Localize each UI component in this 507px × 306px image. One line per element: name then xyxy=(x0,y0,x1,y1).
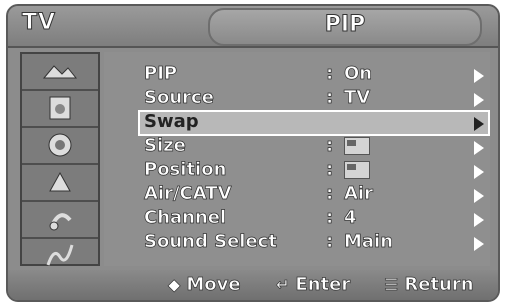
footer-bar: ◆ Move ↵ Enter ☰ Return xyxy=(8,270,498,300)
enter-icon: ↵ xyxy=(276,275,290,295)
colon: : xyxy=(326,87,334,109)
menu-icon: ☰ xyxy=(384,275,399,295)
row-value: 4 xyxy=(344,207,357,229)
menu-row-pip[interactable]: PIP : On xyxy=(104,62,490,88)
channel-icon[interactable] xyxy=(28,128,92,162)
pip-position-icon xyxy=(344,159,370,180)
up-down-arrow-icon: ◆ xyxy=(168,275,181,295)
colon: : xyxy=(326,159,334,181)
right-arrow-icon xyxy=(474,93,484,107)
category-icon-column xyxy=(20,52,100,266)
header-bar: TV PIP xyxy=(8,6,498,48)
menu-row-swap[interactable]: Swap xyxy=(138,110,490,136)
row-value: Air xyxy=(344,183,374,205)
colon: : xyxy=(326,135,334,157)
menu-row-air-catv[interactable]: Air/CATV : Air xyxy=(104,182,490,208)
enter-label: Enter xyxy=(295,274,351,296)
row-value: On xyxy=(344,63,373,85)
right-arrow-icon xyxy=(474,165,484,179)
row-label: Air/CATV xyxy=(144,183,232,205)
right-arrow-icon xyxy=(474,117,484,131)
menu-row-channel[interactable]: Channel : 4 xyxy=(104,206,490,232)
move-label: Move xyxy=(186,274,241,296)
right-arrow-icon xyxy=(474,69,484,83)
row-label: Source xyxy=(144,87,215,109)
right-arrow-icon xyxy=(474,189,484,203)
move-hint: ◆ Move xyxy=(168,274,241,296)
menu-row-size[interactable]: Size : xyxy=(104,134,490,160)
row-label: Channel xyxy=(144,207,227,229)
row-label: PIP xyxy=(144,63,178,85)
page-title: PIP xyxy=(324,12,366,38)
right-arrow-icon xyxy=(474,237,484,251)
row-label: Size xyxy=(144,135,187,157)
colon: : xyxy=(326,207,334,229)
function-icon[interactable] xyxy=(28,237,92,271)
colon: : xyxy=(326,231,334,253)
row-value: Main xyxy=(344,231,394,253)
picture-icon[interactable] xyxy=(28,54,92,88)
pip-tab[interactable]: PIP xyxy=(208,8,482,46)
pip-size-icon xyxy=(344,135,370,156)
setup-icon[interactable] xyxy=(28,165,92,199)
menu-row-position[interactable]: Position : xyxy=(104,158,490,184)
return-hint: ☰ Return xyxy=(384,274,474,296)
menu-row-sound-select[interactable]: Sound Select : Main xyxy=(104,230,490,256)
colon: : xyxy=(326,183,334,205)
row-label: Swap xyxy=(144,111,199,132)
colon: : xyxy=(326,63,334,85)
enter-hint: ↵ Enter xyxy=(276,274,351,296)
right-arrow-icon xyxy=(474,141,484,155)
input-icon[interactable] xyxy=(28,202,92,236)
sound-icon[interactable] xyxy=(28,91,92,125)
right-arrow-icon xyxy=(474,213,484,227)
menu-panel: PIP : On Source : TV Swap Size : Positio… xyxy=(104,52,490,266)
row-label: Position xyxy=(144,159,227,181)
menu-row-source[interactable]: Source : TV xyxy=(104,86,490,112)
row-label: Sound Select xyxy=(144,231,278,253)
row-value: TV xyxy=(344,87,371,109)
tv-label: TV xyxy=(21,10,57,36)
osd-menu: TV PIP PIP : On Source: TV Swap Size: … xyxy=(6,4,500,302)
return-label: Return xyxy=(404,274,474,296)
